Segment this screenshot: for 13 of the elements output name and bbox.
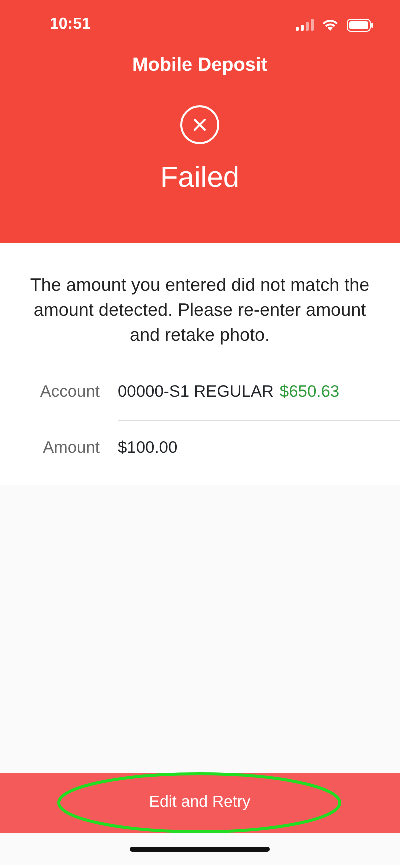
failed-icon bbox=[180, 104, 220, 144]
account-balance: $650.63 bbox=[280, 382, 340, 403]
field-label: Account bbox=[39, 382, 101, 404]
screen-title: Mobile Deposit bbox=[131, 54, 269, 78]
field-value: 00000-S1 REGULAR bbox=[118, 382, 274, 403]
field-value: $100.00 bbox=[118, 438, 178, 460]
status-heading: Failed bbox=[160, 160, 240, 196]
status-time: 10:51 bbox=[50, 15, 91, 35]
error-message: The amount you entered did not match the amount detected. Please re-enter amount and retake photo. bbox=[29, 274, 371, 348]
battery-icon bbox=[347, 18, 374, 32]
signal-icon bbox=[296, 19, 314, 31]
wifi-icon bbox=[322, 19, 339, 31]
field-label: Amount bbox=[42, 438, 101, 460]
